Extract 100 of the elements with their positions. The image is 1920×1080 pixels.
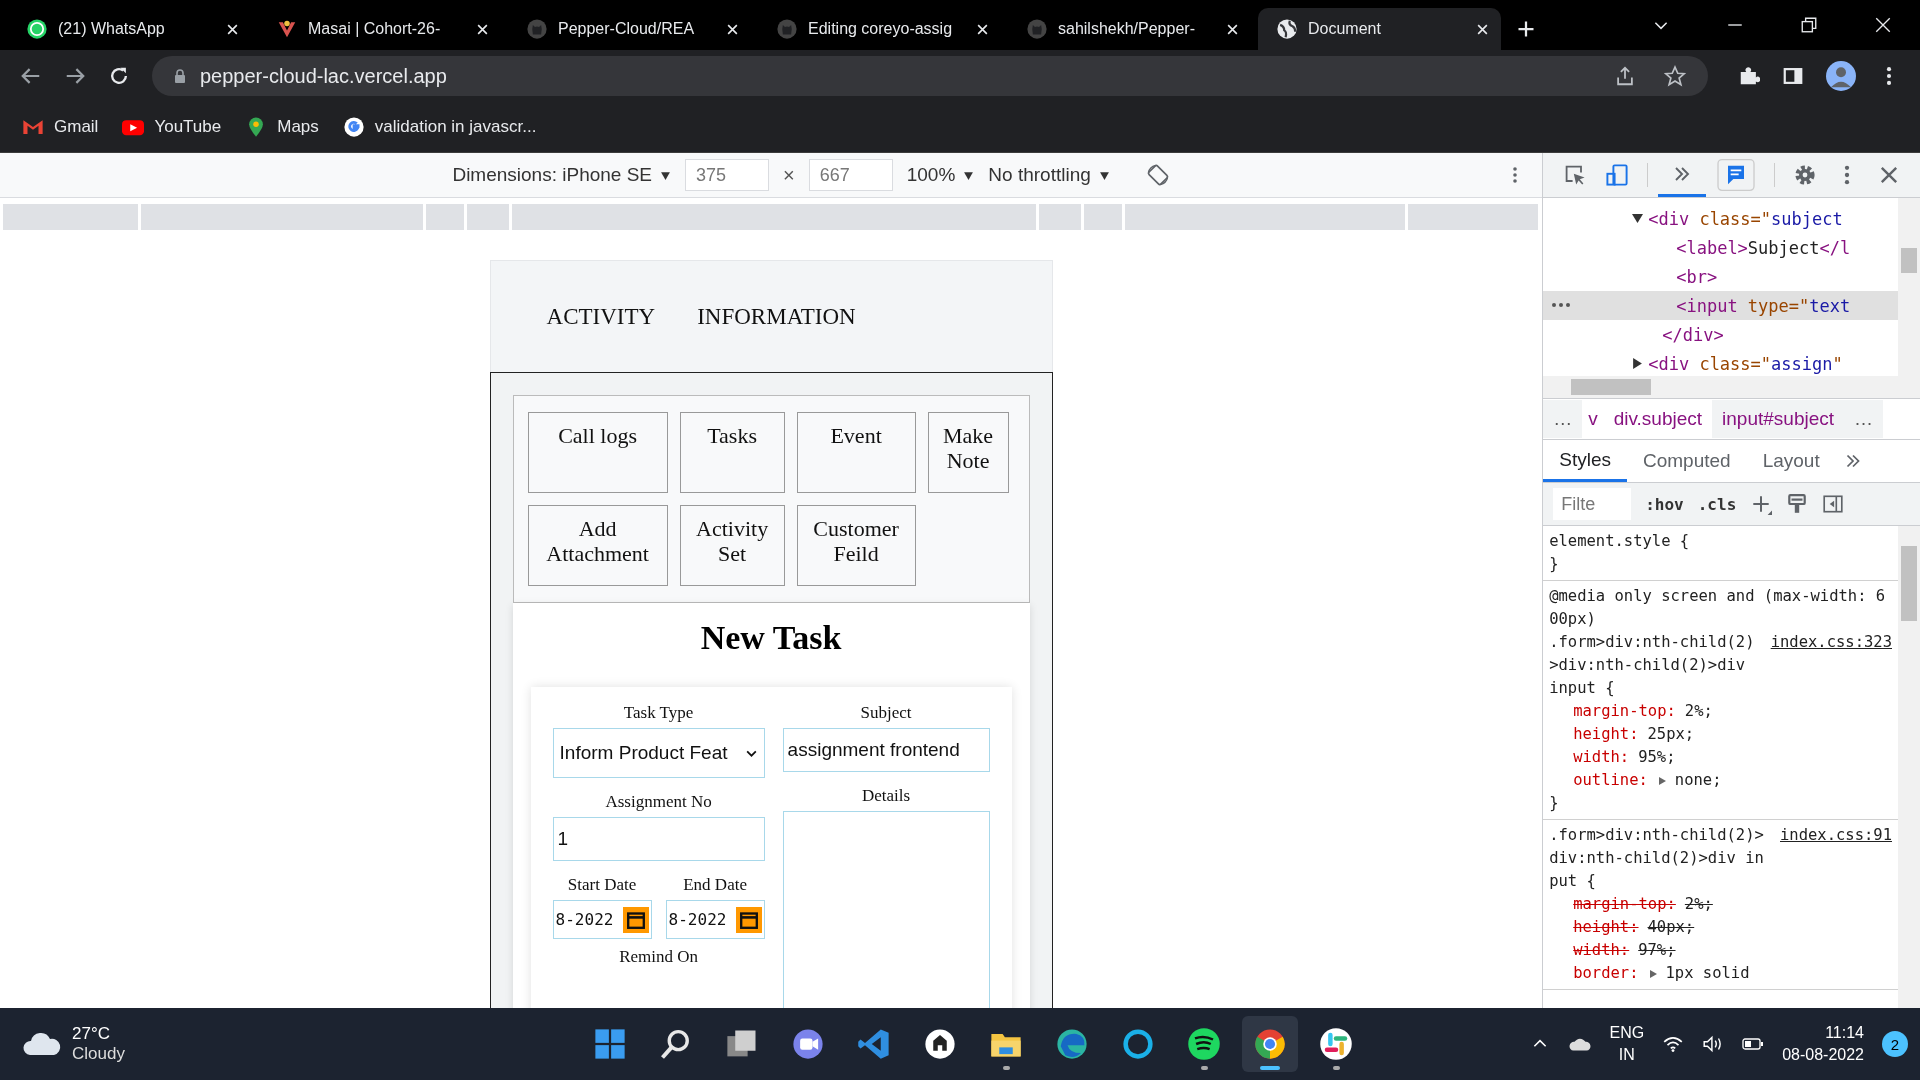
action-button[interactable]: Tasks	[679, 412, 785, 493]
star-icon[interactable]	[1664, 65, 1686, 87]
breadcrumb[interactable]: …	[1543, 400, 1583, 438]
nav-link[interactable]: ACTIVITY	[546, 303, 656, 330]
share-icon[interactable]	[1614, 65, 1636, 87]
language-indicator[interactable]: ENG IN	[1609, 1022, 1645, 1066]
calendar-icon[interactable]	[735, 906, 762, 933]
browser-tab[interactable]: sahilshekh/Pepper-	[1008, 8, 1251, 50]
close-icon[interactable]	[726, 22, 739, 36]
panel-tab[interactable]: Layout	[1746, 440, 1836, 482]
source-link[interactable]: index.css:323	[1770, 631, 1892, 654]
breadcrumb[interactable]: div.subject	[1603, 400, 1713, 438]
calendar-icon[interactable]	[622, 906, 649, 933]
class-button[interactable]: .cls	[1697, 494, 1737, 514]
css-declaration[interactable]: border: 1px solid	[1549, 962, 1892, 985]
dom-node[interactable]: <div class="assign"	[1543, 349, 1898, 376]
action-button[interactable]: Event	[796, 412, 916, 493]
bookmark[interactable]: Maps	[245, 116, 319, 138]
app-icon	[592, 1026, 628, 1062]
browser-tab[interactable]: Masai | Cohort-26-	[258, 8, 501, 50]
expand-arrow-icon[interactable]	[1647, 968, 1658, 979]
css-declaration[interactable]: height: 40px;	[1549, 916, 1892, 939]
scrollbar[interactable]	[1543, 376, 1920, 399]
wifi-icon[interactable]	[1662, 1035, 1685, 1053]
dom-node[interactable]: <input type="text	[1543, 291, 1898, 320]
collapsed-arrow-icon[interactable]	[1632, 358, 1644, 369]
battery-icon[interactable]	[1742, 1035, 1765, 1053]
close-icon[interactable]	[976, 22, 989, 36]
rotate-icon[interactable]	[1145, 163, 1170, 187]
breadcrumb[interactable]: input#subject	[1712, 400, 1845, 438]
css-declaration[interactable]: width: 95%;	[1549, 746, 1892, 769]
breadcrumb[interactable]: v	[1582, 400, 1604, 438]
paint-roller-icon[interactable]	[1786, 493, 1809, 515]
breadcrumb[interactable]: …	[1844, 400, 1884, 438]
css-declaration[interactable]: outline: none;	[1549, 769, 1892, 792]
action-button[interactable]: Make Note	[927, 412, 1009, 493]
plus-icon[interactable]	[1750, 493, 1773, 515]
dom-node[interactable]: </div>	[1543, 320, 1898, 349]
action-button[interactable]: Call logs	[527, 412, 668, 493]
height-field[interactable]: 667	[808, 159, 893, 191]
zoom-dropdown[interactable]: 100%	[906, 164, 975, 186]
browser-tab[interactable]: Document	[1258, 8, 1501, 50]
panel-tab[interactable]: Computed	[1626, 440, 1747, 482]
subject-field[interactable]: assignment frontend	[782, 728, 990, 772]
settings-icon[interactable]	[1793, 163, 1818, 187]
throttling-dropdown[interactable]: No throttling	[988, 164, 1110, 186]
dom-node[interactable]: <br>	[1543, 262, 1898, 291]
reload-icon[interactable]	[108, 65, 130, 87]
end-date-field[interactable]: 8-2022	[665, 900, 765, 939]
app-icon	[1054, 1026, 1090, 1062]
taskbar-app[interactable]	[1242, 1016, 1298, 1072]
bookmark[interactable]: Gmail	[22, 116, 99, 138]
temperature: 27°C	[72, 1024, 111, 1044]
css-declaration[interactable]: height: 25px;	[1549, 723, 1892, 746]
more-icon[interactable]	[1551, 302, 1572, 308]
css-declaration[interactable]: margin-top: 2%;	[1549, 700, 1892, 723]
restore-icon[interactable]	[1800, 16, 1818, 34]
width-field[interactable]: 375	[685, 159, 770, 191]
assignment-number-field[interactable]: 1	[552, 817, 765, 861]
clock[interactable]: 11:14 08-08-2022	[1782, 1022, 1864, 1066]
nav-link[interactable]: INFORMATION	[697, 303, 856, 330]
device-toggle-icon[interactable]	[1605, 163, 1630, 187]
dom-node[interactable]: <label>Subject</l	[1543, 233, 1898, 262]
expanded-arrow-icon[interactable]	[1632, 213, 1644, 224]
browser-tab[interactable]: Editing coreyo-assig	[758, 8, 1001, 50]
close-icon[interactable]	[1874, 16, 1892, 34]
browser-tab[interactable]: (21) WhatsApp	[8, 8, 251, 50]
task-type-select[interactable]: Inform Product Feat	[552, 728, 765, 778]
new-tab-icon[interactable]	[1516, 19, 1536, 39]
start-date-field[interactable]: 8-2022	[552, 900, 652, 939]
profile-avatar-icon[interactable]	[1826, 61, 1856, 91]
expand-arrow-icon[interactable]	[1656, 775, 1667, 786]
device-dropdown[interactable]: Dimensions: iPhone SE	[452, 164, 672, 186]
close-icon[interactable]	[226, 22, 239, 36]
address-bar[interactable]: pepper-cloud-lac.vercel.app	[152, 56, 1708, 96]
close-icon[interactable]	[1226, 22, 1239, 36]
message-icon[interactable]	[1716, 159, 1757, 191]
close-icon[interactable]	[476, 22, 489, 36]
action-button[interactable]: Activity Set	[679, 505, 785, 586]
side-panel-icon[interactable]	[1782, 65, 1804, 87]
bookmark[interactable]: YouTube	[122, 116, 222, 138]
scrollbar[interactable]	[1898, 198, 1920, 376]
action-button[interactable]: Customer Feild	[796, 505, 916, 586]
notification-badge[interactable]: 2	[1882, 1031, 1908, 1057]
more-icon[interactable]	[1512, 165, 1519, 185]
filter-field[interactable]: Filte	[1553, 488, 1632, 520]
action-button[interactable]: Add Attachment	[527, 505, 668, 586]
css-declaration[interactable]: width: 97%;	[1549, 939, 1892, 962]
close-icon[interactable]	[1476, 22, 1489, 36]
css-declaration[interactable]: margin-top: 2%;	[1549, 893, 1892, 916]
dom-node[interactable]: <div class="subject	[1543, 204, 1898, 233]
source-link[interactable]: index.css:91	[1780, 824, 1892, 847]
bookmark[interactable]: validation in javascr...	[342, 116, 537, 138]
sidebar-toggle-icon[interactable]	[1822, 493, 1845, 515]
puzzle-icon[interactable]	[1738, 65, 1760, 87]
app-icon	[790, 1026, 826, 1062]
browser-tab[interactable]: Pepper-Cloud/REA	[508, 8, 751, 50]
field-label: Remind On	[619, 947, 698, 967]
hover-state-button[interactable]: :hov	[1645, 494, 1684, 514]
scrollbar[interactable]	[1898, 526, 1920, 1008]
